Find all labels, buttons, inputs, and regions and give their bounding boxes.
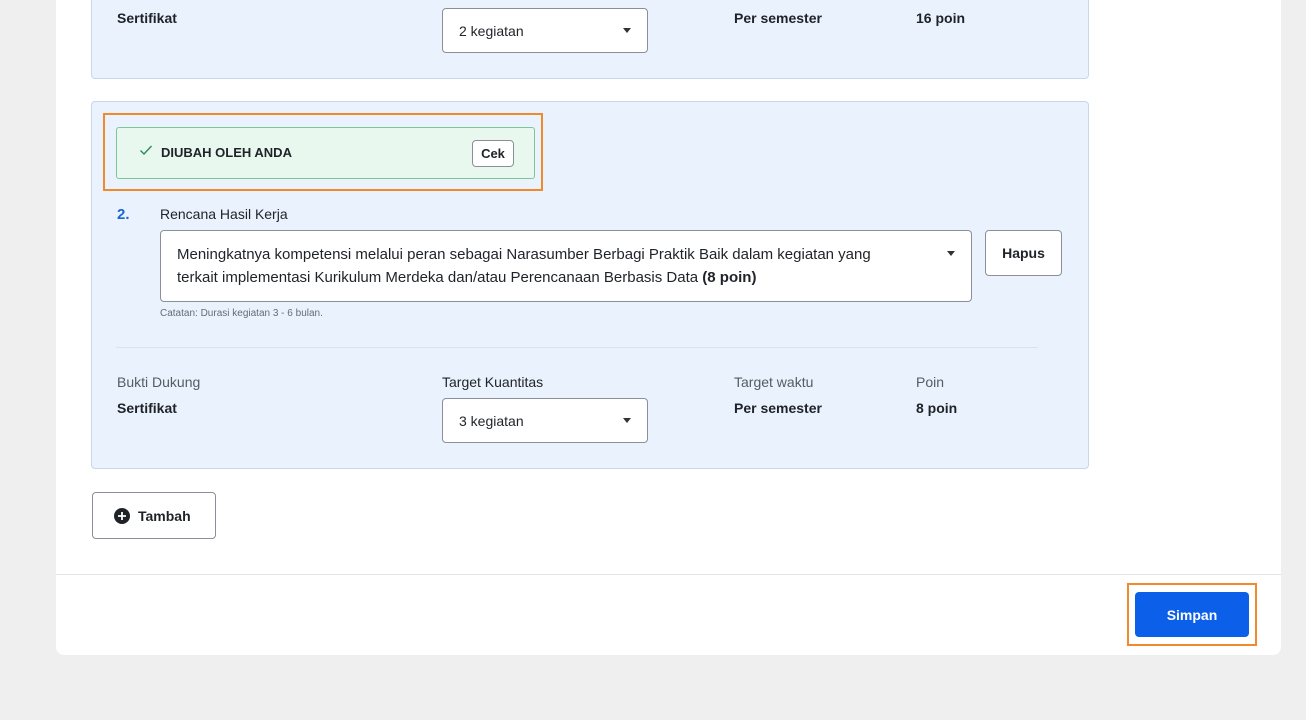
target-waktu-label: Target waktu bbox=[734, 374, 814, 390]
target-waktu-value: Per semester bbox=[734, 400, 822, 416]
item-number: 2. bbox=[117, 206, 130, 223]
rhk-points: (8 poin) bbox=[702, 269, 757, 286]
poin-value: 8 poin bbox=[916, 400, 958, 416]
caret-down-icon bbox=[623, 28, 631, 33]
rhk-text: Meningkatnya kompetensi melalui peran se… bbox=[177, 246, 871, 286]
hapus-button[interactable]: Hapus bbox=[985, 230, 1062, 276]
rhk-label: Rencana Hasil Kerja bbox=[160, 206, 288, 222]
select-value: 3 kegiatan bbox=[459, 412, 524, 429]
highlight-frame-status bbox=[103, 113, 543, 191]
plus-circle-icon bbox=[114, 507, 130, 524]
rhk-select[interactable]: Meningkatnya kompetensi melalui peran se… bbox=[160, 230, 972, 302]
target-kuantitas-select[interactable]: 3 kegiatan bbox=[442, 398, 648, 443]
add-button[interactable]: Tambah bbox=[92, 492, 216, 539]
select-value: 2 kegiatan bbox=[459, 22, 524, 39]
target-waktu-value: Per semester bbox=[734, 10, 822, 26]
footer-divider bbox=[56, 574, 1281, 575]
caret-down-icon bbox=[947, 251, 955, 256]
target-kuantitas-label: Target Kuantitas bbox=[442, 374, 544, 390]
highlight-frame-save bbox=[1127, 583, 1257, 646]
add-button-label: Tambah bbox=[138, 507, 191, 524]
card-divider bbox=[116, 347, 1038, 348]
poin-label: Poin bbox=[916, 374, 945, 390]
duration-note: Catatan: Durasi kegiatan 3 - 6 bulan. bbox=[160, 308, 323, 319]
bukti-label: Bukti Dukung bbox=[117, 374, 201, 390]
bukti-value: Sertifikat bbox=[117, 10, 177, 26]
caret-down-icon bbox=[623, 418, 631, 423]
poin-value: 16 poin bbox=[916, 10, 966, 26]
bukti-value: Sertifikat bbox=[117, 400, 177, 416]
target-kuantitas-select[interactable]: 2 kegiatan bbox=[442, 8, 648, 53]
